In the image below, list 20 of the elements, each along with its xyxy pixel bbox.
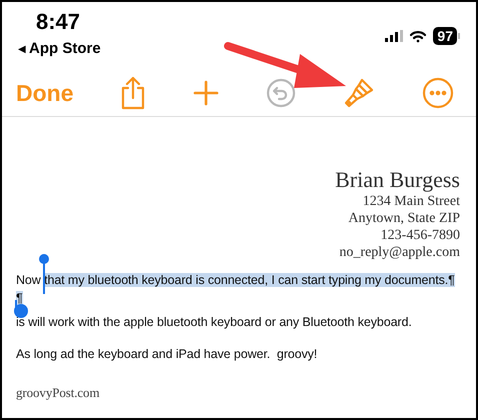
paragraph-text: As long ad the keyboard and iPad have power. groovy! — [16, 346, 318, 362]
paragraph-text: Now that my bluetooth keyboard is connected, I can start typing my documents.¶ — [16, 272, 456, 288]
letterhead-line: Anytown, State ZIP — [348, 210, 460, 226]
paragraph-text: ¶ — [16, 290, 24, 306]
letterhead-name: Brian Burgess — [335, 166, 460, 192]
back-arrow-icon[interactable]: ◀ — [18, 42, 26, 57]
back-link[interactable]: App Store — [29, 38, 101, 60]
wifi-icon — [409, 30, 428, 42]
clock-time: 8:47 — [35, 8, 82, 36]
share-icon[interactable] — [120, 76, 146, 110]
paragraph-text: is will work with the apple bluetooth keyboard or any Bluetooth keyboard. — [16, 314, 413, 330]
more-icon[interactable] — [422, 77, 454, 109]
letterhead-line: 1234 Main Street — [362, 192, 460, 210]
paintbrush-icon[interactable] — [343, 77, 376, 109]
signal-icon — [385, 30, 404, 42]
letterhead-line: 123-456-7890 — [380, 226, 460, 244]
battery-level: 97 — [433, 27, 457, 45]
letterhead-line: no_reply@apple.com — [339, 244, 460, 260]
footer-text: groovyPost.com — [16, 384, 100, 402]
add-icon[interactable] — [193, 80, 220, 106]
